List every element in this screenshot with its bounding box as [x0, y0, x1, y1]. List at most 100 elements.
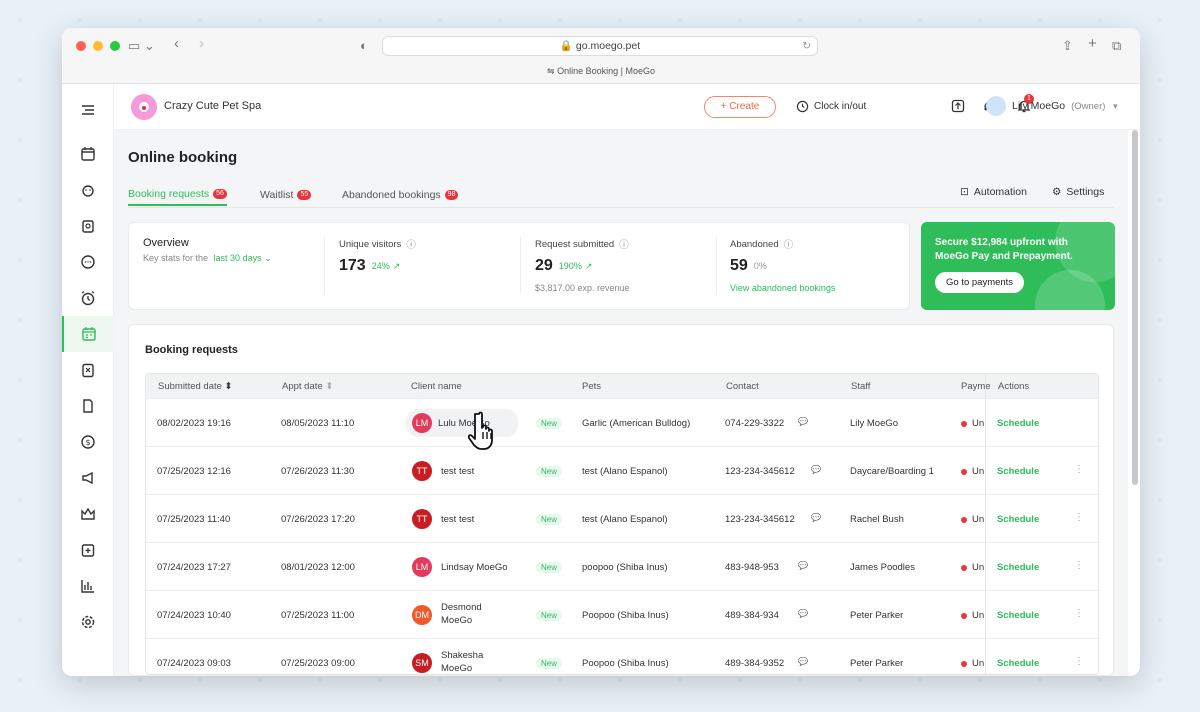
back-icon[interactable]: ‹: [174, 35, 179, 52]
new-tab-icon[interactable]: +: [1088, 35, 1097, 52]
new-client-badge: New: [536, 610, 563, 621]
table-row[interactable]: 07/24/2023 17:27 08/01/2023 12:00 LM Lin…: [146, 542, 1098, 590]
user-menu[interactable]: Lily MoeGo (Owner) ▼: [986, 96, 1119, 116]
date-range-dropdown[interactable]: last 30 days ⌄: [214, 253, 272, 263]
pet-icon[interactable]: [62, 172, 114, 208]
tab-count-badge: 55: [297, 190, 312, 200]
appt-date: 08/01/2023 12:00: [281, 562, 355, 573]
app-sidebar: $: [62, 84, 114, 676]
online-booking-icon[interactable]: [62, 316, 114, 352]
help-icon[interactable]: ⓘ: [619, 237, 629, 251]
client-name-link[interactable]: Desmond MoeGo: [441, 602, 482, 629]
page-scrollbar[interactable]: [1132, 130, 1138, 485]
browser-tab[interactable]: ⇋ Online Booking | MoeGo: [62, 66, 1140, 77]
tab-title: Online Booking | MoeGo: [557, 66, 655, 76]
maximize-window-button[interactable]: [110, 41, 120, 51]
submitted-date: 07/24/2023 09:03: [157, 658, 231, 669]
booking-requests-card: Booking requests Submitted date ⬍ Appt d…: [128, 324, 1114, 676]
payment-status: Un: [972, 418, 984, 429]
client-name-link[interactable]: test test: [441, 514, 474, 525]
go-to-payments-button[interactable]: Go to payments: [935, 272, 1025, 293]
chat-icon[interactable]: 💬: [798, 561, 808, 570]
browser-chrome: ▭ ⌄ ‹ › ◐ 🔒 go.moego.pet ↻ ⇪ + ⧉ ⇋ Online…: [62, 28, 1140, 84]
header-contact: Contact: [726, 381, 759, 392]
create-button[interactable]: + Create: [704, 96, 776, 118]
alarm-clock-icon[interactable]: [62, 280, 114, 316]
clipboard-icon[interactable]: [62, 352, 114, 388]
payment-status: Un: [972, 466, 984, 477]
contact: 489-384-934: [725, 610, 779, 621]
close-window-button[interactable]: [76, 41, 86, 51]
tab-waitlist[interactable]: Waitlist 55: [260, 184, 312, 206]
clients-icon[interactable]: [62, 208, 114, 244]
help-icon[interactable]: ⓘ: [406, 237, 416, 251]
marketing-icon[interactable]: [62, 460, 114, 496]
client-name: Shakesha: [441, 650, 484, 661]
chat-icon[interactable]: 💬: [798, 657, 808, 666]
business-name[interactable]: Crazy Cute Pet Spa: [164, 100, 261, 112]
table-row[interactable]: 08/02/2023 19:16 08/05/2023 11:10 LM Lul…: [146, 398, 1098, 446]
pets: test (Alano Espanol): [582, 514, 668, 525]
abandoned-stat: Abandoned ⓘ 59 0% View abandoned bookings: [730, 237, 835, 294]
pets: Poopoo (Shiba Inus): [582, 610, 669, 621]
chat-icon[interactable]: 💬: [798, 417, 808, 426]
share-icon[interactable]: ⇪: [1062, 38, 1073, 54]
tab-booking-requests[interactable]: Booking requests 56: [128, 184, 227, 206]
business-logo[interactable]: [131, 94, 157, 120]
payment-status-dot: [961, 421, 967, 427]
table-row[interactable]: 07/25/2023 11:40 07/26/2023 17:20 TT tes…: [146, 494, 1098, 542]
client-name-link[interactable]: Shakesha MoeGo: [441, 650, 484, 674]
tab-abandoned-bookings[interactable]: Abandoned bookings 98: [342, 184, 459, 206]
address-bar[interactable]: 🔒 go.moego.pet ↻: [382, 36, 818, 56]
reports-icon[interactable]: [62, 568, 114, 604]
header-submitted-date[interactable]: Submitted date ⬍: [158, 381, 233, 392]
settings-button[interactable]: ⚙ Settings: [1052, 186, 1104, 198]
staff: James Poodles: [850, 562, 915, 573]
divider: [520, 237, 521, 293]
automation-button[interactable]: ⊡ Automation: [960, 186, 1027, 198]
header-appt-date[interactable]: Appt date ⬍: [282, 381, 333, 392]
staff: Daycare/Boarding 1: [850, 466, 934, 477]
chat-icon[interactable]: 💬: [811, 513, 821, 522]
message-icon[interactable]: [62, 244, 114, 280]
shield-icon[interactable]: ◐: [360, 38, 368, 53]
calendar-icon[interactable]: [62, 136, 114, 172]
chat-icon[interactable]: 💬: [811, 465, 821, 474]
membership-crown-icon[interactable]: [62, 496, 114, 532]
help-icon[interactable]: ⓘ: [784, 237, 794, 251]
menu-icon[interactable]: [62, 92, 114, 128]
client-name-link[interactable]: test test: [441, 466, 474, 477]
reviews-icon[interactable]: [62, 388, 114, 424]
appt-date: 07/26/2023 11:30: [281, 466, 355, 477]
header-label: Appt date: [282, 381, 323, 392]
divider: [716, 237, 717, 293]
forward-icon[interactable]: ›: [199, 35, 204, 52]
payments-icon[interactable]: $: [62, 424, 114, 460]
minimize-window-button[interactable]: [93, 41, 103, 51]
table-row[interactable]: 07/24/2023 10:40 07/25/2023 11:00 DM Des…: [146, 590, 1098, 638]
settings-label: Settings: [1066, 186, 1105, 198]
sidebar-toggle-icon[interactable]: ▭ ⌄: [128, 38, 155, 54]
stat-label: Unique visitors: [339, 238, 402, 250]
chat-icon[interactable]: 💬: [798, 609, 808, 618]
chevron-down-icon: ▼: [1111, 101, 1120, 111]
date-range-value: last 30 days: [213, 253, 262, 263]
table-row[interactable]: 07/25/2023 12:16 07/26/2023 11:30 TT tes…: [146, 446, 1098, 494]
payment-status: Un: [972, 658, 984, 669]
hand-cursor-icon: [468, 411, 493, 450]
payment-status: Un: [972, 562, 984, 573]
expected-revenue: $3,817.00 exp. revenue: [535, 283, 630, 293]
appt-date: 08/05/2023 11:10: [281, 418, 355, 429]
tabs-overview-icon[interactable]: ⧉: [1112, 38, 1121, 54]
settings-gear-icon[interactable]: [62, 604, 114, 640]
client-name-link[interactable]: Lindsay MoeGo: [441, 562, 508, 573]
table-row[interactable]: 07/24/2023 09:03 07/25/2023 09:00 SM Sha…: [146, 638, 1098, 674]
view-abandoned-link[interactable]: View abandoned bookings: [730, 283, 835, 293]
upload-icon[interactable]: [951, 99, 965, 113]
reload-icon[interactable]: ↻: [802, 37, 811, 55]
new-client-badge: New: [536, 562, 563, 573]
contact: 123-234-345612: [725, 466, 795, 477]
clock-in-out-button[interactable]: Clock in/out: [796, 100, 866, 113]
retail-icon[interactable]: [62, 532, 114, 568]
main-content: Online booking Booking requests 56 Waitl…: [114, 130, 1128, 676]
